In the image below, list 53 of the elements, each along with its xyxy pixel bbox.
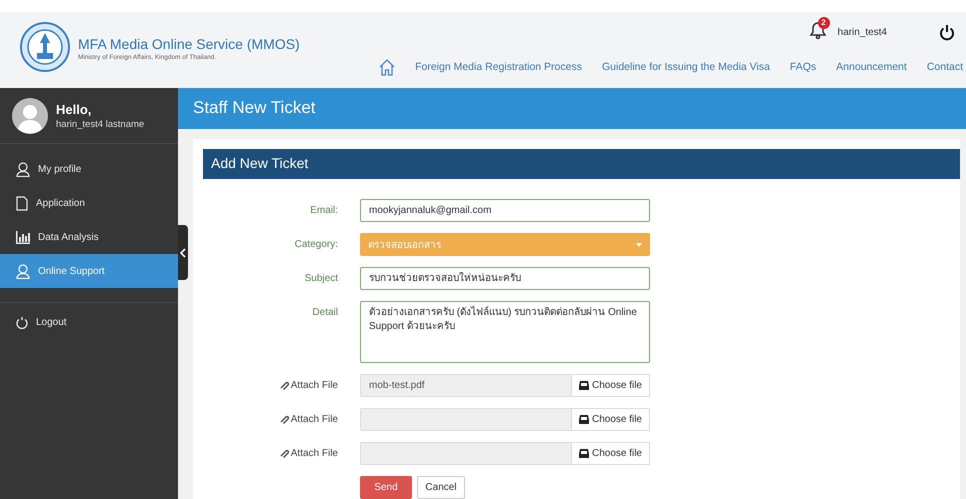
send-button[interactable]: Send	[360, 476, 412, 499]
field-label: Category:	[294, 238, 338, 252]
file-path-field[interactable]: mob-test.pdf	[360, 374, 572, 397]
collapse-handle[interactable]	[178, 225, 188, 280]
site-title: MFA Media Online Service (MMOS)	[78, 36, 300, 52]
inbox-icon	[578, 415, 589, 424]
home-icon[interactable]	[379, 58, 396, 76]
power-icon	[16, 316, 28, 328]
paperclip-icon	[280, 381, 289, 390]
chevron-left-icon	[180, 248, 186, 258]
document-icon	[16, 196, 28, 210]
paperclip-icon	[280, 415, 289, 424]
field-label: Attach File	[290, 379, 338, 393]
caret-icon	[636, 242, 642, 246]
avatar-icon	[12, 98, 48, 134]
field-label: Attach File	[290, 447, 338, 461]
person-icon	[16, 162, 30, 176]
emblem-logo	[20, 22, 70, 72]
cancel-button[interactable]: Cancel	[417, 476, 465, 499]
field-label: Subject	[304, 272, 338, 286]
inbox-icon	[578, 381, 589, 390]
card-title: Add New Ticket	[203, 149, 960, 179]
file-path-field[interactable]	[360, 442, 572, 465]
sidebar-item[interactable]: My profile	[0, 152, 178, 186]
nav-link[interactable]: Guideline for Issuing the Media Visa	[602, 61, 770, 73]
logout-item[interactable]: Logout	[0, 305, 178, 339]
input-field[interactable]: รบกวนช่วยตรวจสอบให่หน่อนะครับ	[360, 267, 650, 290]
input-field[interactable]: mookyjannaluk@gmail.com	[360, 199, 650, 222]
bell-icon[interactable]	[808, 20, 828, 38]
nav-link[interactable]: FAQs	[790, 61, 816, 73]
field-label: Detail	[311, 306, 338, 320]
choose-file-button[interactable]: Choose file	[572, 442, 650, 465]
person-icon	[16, 264, 30, 278]
sidebar-item[interactable]: Application	[0, 186, 178, 220]
sidebar-item[interactable]: Data Analysis	[0, 220, 178, 254]
bar-chart-icon	[16, 230, 30, 244]
field-label: Attach File	[290, 413, 338, 427]
field-label: Email:	[309, 204, 338, 218]
notification-badge: 2	[818, 16, 830, 28]
nav-link[interactable]: Announcement	[836, 61, 907, 73]
username: harin_test4	[838, 26, 887, 38]
page-title: Staff New Ticket	[178, 88, 966, 129]
inbox-icon	[578, 449, 589, 458]
nav-link[interactable]: Foreign Media Registration Process	[415, 61, 582, 73]
detail-textarea[interactable]: ตัวอย่างเอกสารครับ (ดังไฟล์แนบ) รบกวนติดต่อกลับผ่าน Online Support ด้วยนะครับ	[360, 301, 650, 363]
choose-file-button[interactable]: Choose file	[572, 408, 650, 431]
file-path-field[interactable]	[360, 408, 572, 431]
nav-link[interactable]: Contact	[926, 61, 963, 73]
choose-file-button[interactable]: Choose file	[572, 374, 650, 397]
power-icon[interactable]	[939, 24, 955, 40]
paperclip-icon	[280, 449, 289, 458]
user-name: harin_test4 lastname	[56, 119, 144, 130]
greeting: Hello,	[56, 102, 92, 117]
